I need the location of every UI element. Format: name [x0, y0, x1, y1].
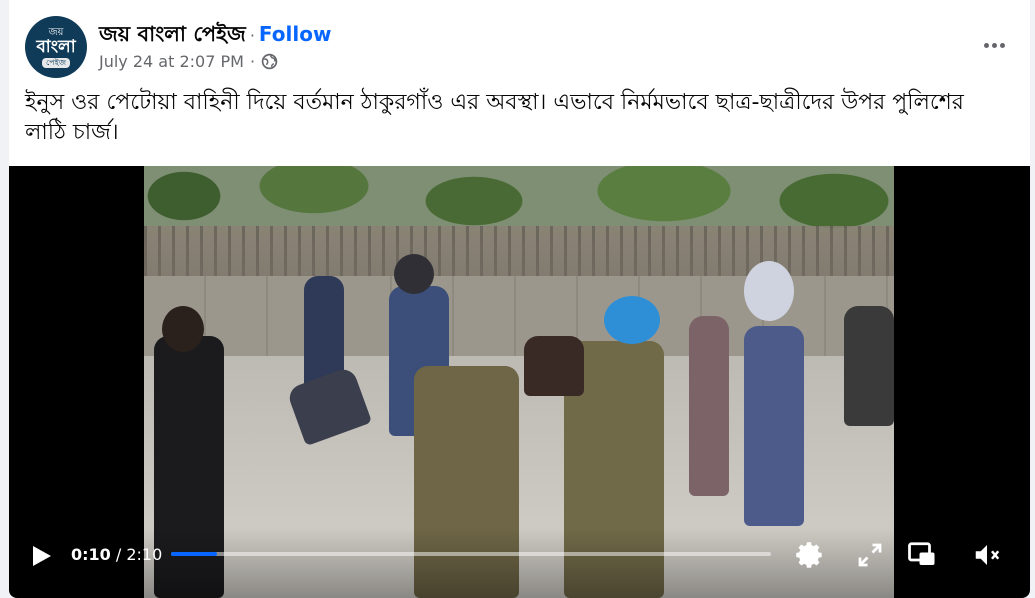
- globe-icon[interactable]: [261, 53, 278, 70]
- more-options-icon[interactable]: [976, 30, 1012, 60]
- avatar-text-top: জয়: [48, 26, 64, 38]
- more-dot: [983, 42, 989, 48]
- scene-head: [162, 306, 204, 352]
- video-controls-gradient: [144, 528, 894, 598]
- avatar-text-main: বাংলা: [36, 36, 76, 57]
- post-header: জয় বাংলা পেইজ জয় বাংলা পেইজ · Follow Jul…: [9, 0, 1030, 90]
- post-timestamp[interactable]: July 24 at 2:07 PM: [99, 52, 244, 71]
- duration: 2:10: [126, 545, 163, 564]
- facebook-post: জয় বাংলা পেইজ জয় বাংলা পেইজ · Follow Jul…: [9, 0, 1030, 598]
- settings-gear-icon[interactable]: [795, 540, 825, 570]
- video-time: 0:10 / 2:10: [71, 545, 162, 564]
- post-meta: July 24 at 2:07 PM ·: [99, 52, 278, 71]
- play-icon[interactable]: [31, 544, 53, 568]
- avatar-text-bottom: পেইজ: [42, 57, 70, 68]
- meta-separator: ·: [249, 52, 256, 71]
- scene-head: [604, 296, 660, 344]
- separator-dot: ·: [249, 26, 255, 45]
- scene-figure: [844, 306, 894, 426]
- more-dot: [991, 42, 997, 48]
- follow-button[interactable]: Follow: [259, 22, 332, 46]
- current-time: 0:10: [71, 545, 111, 564]
- video-progress-bar[interactable]: [171, 552, 771, 556]
- video-frame[interactable]: [144, 166, 894, 598]
- volume-muted-icon[interactable]: [972, 540, 1002, 570]
- page-name-link[interactable]: জয় বাংলা পেইজ: [99, 22, 246, 46]
- page-title-row: জয় বাংলা পেইজ · Follow: [99, 18, 331, 53]
- post-caption: ইনুস ওর পেটোয়া বাহিনী দিয়ে বর্তমান ঠাক…: [25, 90, 964, 145]
- time-separator: /: [110, 545, 127, 564]
- scene-head: [394, 254, 434, 294]
- more-dot: [999, 42, 1005, 48]
- scene-figure: [744, 326, 804, 526]
- expand-icon[interactable]: [855, 540, 885, 570]
- video-progress-fill: [171, 552, 218, 556]
- scene-head: [744, 261, 794, 321]
- picture-in-picture-icon[interactable]: [907, 540, 937, 570]
- scene-figure: [689, 316, 729, 496]
- page-avatar[interactable]: জয় বাংলা পেইজ: [25, 16, 87, 78]
- video-player[interactable]: 0:10 / 2:10: [9, 166, 1030, 598]
- scene-figure: [524, 336, 584, 396]
